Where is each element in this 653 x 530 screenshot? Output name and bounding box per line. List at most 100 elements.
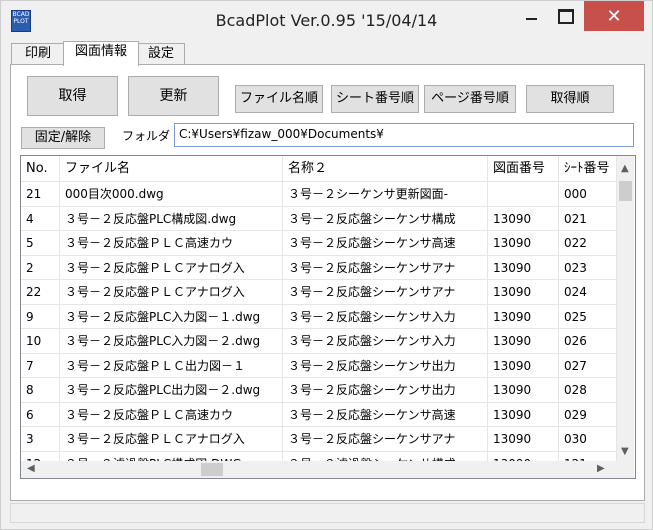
table-row[interactable]: 5 ３号－２反応盤ＰＬＣ高速カウ ３号－２反応盤シーケンサ高速 13090 022 xyxy=(21,231,617,256)
sort-sheet-button[interactable]: シート番号順 xyxy=(331,85,419,113)
table-row[interactable]: 22 ３号－２反応盤ＰＬＣアナログ入 ３号－２反応盤シーケンサアナ 13090 024 xyxy=(21,280,617,305)
table-row[interactable]: 6 ３号－２反応盤ＰＬＣ高速カウ ３号－２反応盤シーケンサ高速 13090 029 xyxy=(21,402,617,427)
tab-print[interactable]: 印刷 xyxy=(11,43,65,64)
cell-no[interactable]: 10 xyxy=(21,329,60,354)
cell-drawing-number[interactable]: 13090 xyxy=(488,280,559,305)
cell-filename[interactable]: ３号－２反応盤PLC出力図－２.dwg xyxy=(60,378,283,403)
close-button[interactable]: ✕ xyxy=(584,1,644,31)
cell-no[interactable]: 7 xyxy=(21,353,60,378)
fix-release-button[interactable]: 固定/解除 xyxy=(21,127,105,149)
cell-sheet-number[interactable]: 028 xyxy=(559,378,617,403)
horizontal-scrollbar[interactable]: ◀ ▶ xyxy=(21,461,634,478)
scroll-up-icon[interactable]: ▲ xyxy=(621,163,629,174)
folder-path-value: C:¥Users¥fizaw_000¥Documents¥ xyxy=(179,127,384,141)
sort-page-button[interactable]: ページ番号順 xyxy=(424,85,516,113)
cell-name2[interactable]: ３号－２反応盤シーケンサ構成 xyxy=(283,206,488,231)
horizontal-scroll-thumb[interactable] xyxy=(201,463,223,476)
tab-drawing-info[interactable]: 図面情報 xyxy=(63,41,139,66)
cell-filename[interactable]: ３号－２反応盤PLC構成図.dwg xyxy=(60,206,283,231)
vertical-scrollbar[interactable]: ▲ ▼ xyxy=(617,156,634,461)
cell-filename[interactable]: 000目次000.dwg xyxy=(60,182,283,207)
maximize-button[interactable] xyxy=(549,1,583,31)
cell-drawing-number[interactable]: 13090 xyxy=(488,329,559,354)
column-header-drawing-number[interactable]: 図面番号 xyxy=(488,156,559,182)
tab-settings[interactable]: 設定 xyxy=(137,43,185,64)
cell-drawing-number[interactable]: 13090 xyxy=(488,427,559,452)
cell-drawing-number[interactable]: 13090 xyxy=(488,304,559,329)
column-header-filename[interactable]: ファイル名 xyxy=(60,156,283,182)
cell-drawing-number[interactable] xyxy=(488,182,559,207)
table-row[interactable]: 10 ３号－２反応盤PLC入力図－２.dwg ３号－２反応盤シーケンサ入力 13090… xyxy=(21,329,617,354)
table-row[interactable]: 2 ３号－２反応盤ＰＬＣアナログ入 ３号－２反応盤シーケンサアナ 13090 023 xyxy=(21,255,617,280)
cell-filename[interactable]: ３号－２反応盤PLC入力図－２.dwg xyxy=(60,329,283,354)
folder-path-input[interactable]: C:¥Users¥fizaw_000¥Documents¥ xyxy=(174,123,634,147)
cell-drawing-number[interactable]: 13090 xyxy=(488,255,559,280)
cell-name2[interactable]: ３号－２反応盤シーケンサ入力 xyxy=(283,329,488,354)
cell-name2[interactable]: ３号－２反応盤シーケンサ高速 xyxy=(283,231,488,256)
cell-no[interactable]: 21 xyxy=(21,182,60,207)
vertical-scroll-thumb[interactable] xyxy=(619,181,632,201)
cell-name2[interactable]: ３号－２シーケンサ更新図面- xyxy=(283,182,488,207)
cell-name2[interactable]: ３号－２反応盤シーケンサ出力 xyxy=(283,378,488,403)
cell-sheet-number[interactable]: 022 xyxy=(559,231,617,256)
cell-sheet-number[interactable]: 029 xyxy=(559,402,617,427)
table-row[interactable]: 9 ３号－２反応盤PLC入力図－１.dwg ３号－２反応盤シーケンサ入力 13090 0… xyxy=(21,304,617,329)
cell-name2[interactable]: ３号－２反応盤シーケンサアナ xyxy=(283,255,488,280)
cell-no[interactable]: 22 xyxy=(21,280,60,305)
cell-no[interactable]: 3 xyxy=(21,427,60,452)
cell-sheet-number[interactable]: 023 xyxy=(559,255,617,280)
cell-filename[interactable]: ３号－２反応盤ＰＬＣアナログ入 xyxy=(60,280,283,305)
cell-name2[interactable]: ３号－２反応盤シーケンサ入力 xyxy=(283,304,488,329)
cell-drawing-number[interactable]: 13090 xyxy=(488,231,559,256)
table-row[interactable]: 7 ３号－２反応盤ＰＬＣ出力図－１ ３号－２反応盤シーケンサ出力 13090 027 xyxy=(21,353,617,378)
title-bar: BCAD PLOT BcadPlot Ver.0.95 '15/04/14 ✕ xyxy=(1,1,652,37)
cell-name2[interactable]: ３号－２反応盤シーケンサ高速 xyxy=(283,402,488,427)
cell-name2[interactable]: ３号－２反応盤シーケンサアナ xyxy=(283,280,488,305)
folder-label: フォルダ xyxy=(122,129,171,143)
cell-name2[interactable]: ３号－２反応盤シーケンサ出力 xyxy=(283,353,488,378)
cell-filename[interactable]: ３号－２反応盤ＰＬＣ高速カウ xyxy=(60,231,283,256)
column-header-no[interactable]: No. xyxy=(21,156,60,182)
minimize-button[interactable] xyxy=(514,1,548,31)
table-row[interactable]: 4 ３号－２反応盤PLC構成図.dwg ３号－２反応盤シーケンサ構成 13090 021 xyxy=(21,206,617,231)
cell-drawing-number[interactable]: 13090 xyxy=(488,402,559,427)
update-button[interactable]: 更新 xyxy=(128,76,219,116)
cell-filename[interactable]: ３号－２反応盤ＰＬＣ出力図－１ xyxy=(60,353,283,378)
cell-name2[interactable]: ３号－２反応盤シーケンサアナ xyxy=(283,427,488,452)
column-header-name2[interactable]: 名称２ xyxy=(283,156,488,182)
cell-sheet-number[interactable]: 000 xyxy=(559,182,617,207)
cell-no[interactable]: 8 xyxy=(21,378,60,403)
cell-no[interactable]: 4 xyxy=(21,206,60,231)
cell-sheet-number[interactable]: 025 xyxy=(559,304,617,329)
table-row[interactable]: 3 ３号－２反応盤ＰＬＣアナログ入 ３号－２反応盤シーケンサアナ 13090 030 xyxy=(21,427,617,452)
maximize-icon xyxy=(558,8,574,24)
cell-drawing-number[interactable]: 13090 xyxy=(488,353,559,378)
scroll-right-icon[interactable]: ▶ xyxy=(597,463,605,474)
table-row[interactable]: 21 000目次000.dwg ３号－２シーケンサ更新図面- 000 xyxy=(21,182,617,207)
cell-sheet-number[interactable]: 030 xyxy=(559,427,617,452)
cell-no[interactable]: 6 xyxy=(21,402,60,427)
cell-filename[interactable]: ３号－２反応盤ＰＬＣアナログ入 xyxy=(60,255,283,280)
cell-drawing-number[interactable]: 13090 xyxy=(488,206,559,231)
cell-sheet-number[interactable]: 021 xyxy=(559,206,617,231)
column-header-sheet-number[interactable]: ｼｰﾄ番号 xyxy=(559,156,617,182)
cell-filename[interactable]: ３号－２反応盤PLC入力図－１.dwg xyxy=(60,304,283,329)
table-row[interactable]: 8 ３号－２反応盤PLC出力図－２.dwg ３号－２反応盤シーケンサ出力 13090 0… xyxy=(21,378,617,403)
scroll-left-icon[interactable]: ◀ xyxy=(27,463,35,474)
cell-sheet-number[interactable]: 027 xyxy=(559,353,617,378)
app-window: BCAD PLOT BcadPlot Ver.0.95 '15/04/14 ✕ 印… xyxy=(0,0,653,530)
cell-drawing-number[interactable]: 13090 xyxy=(488,378,559,403)
cell-sheet-number[interactable]: 026 xyxy=(559,329,617,354)
cell-no[interactable]: 2 xyxy=(21,255,60,280)
get-button[interactable]: 取得 xyxy=(27,76,118,116)
cell-no[interactable]: 9 xyxy=(21,304,60,329)
sort-acquired-button[interactable]: 取得順 xyxy=(526,85,614,113)
sort-filename-button[interactable]: ファイル名順 xyxy=(235,85,323,113)
drawing-grid: No. ファイル名 名称２ 図面番号 ｼｰﾄ番号 21 000目次000.dwg ３… xyxy=(20,155,636,479)
cell-no[interactable]: 5 xyxy=(21,231,60,256)
cell-filename[interactable]: ３号－２反応盤ＰＬＣ高速カウ xyxy=(60,402,283,427)
cell-sheet-number[interactable]: 024 xyxy=(559,280,617,305)
cell-filename[interactable]: ３号－２反応盤ＰＬＣアナログ入 xyxy=(60,427,283,452)
scroll-down-icon[interactable]: ▼ xyxy=(621,446,629,457)
minimize-icon xyxy=(525,18,537,20)
